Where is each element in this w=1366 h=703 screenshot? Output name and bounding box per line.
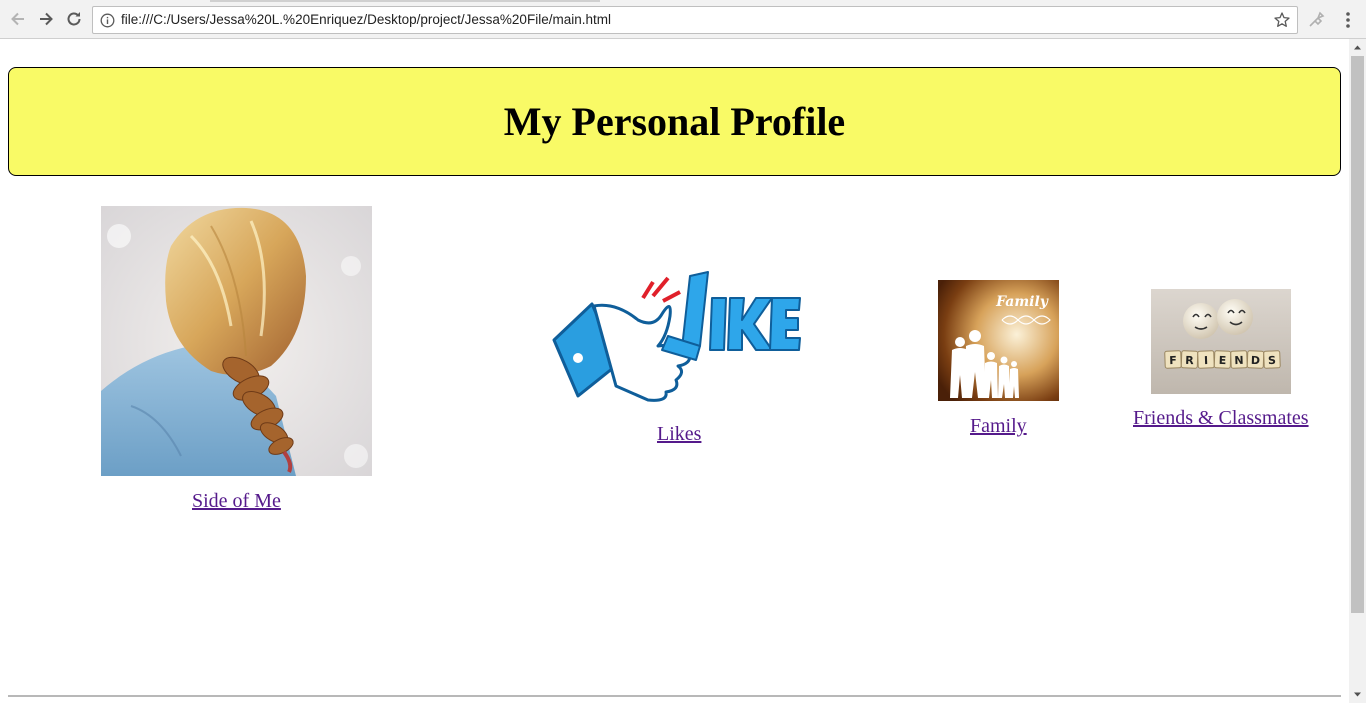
braided-hair-image[interactable]: [101, 206, 372, 476]
url-text[interactable]: file:///C:/Users/Jessa%20L.%20Enriquez/D…: [121, 12, 611, 27]
tab-strip: [210, 0, 600, 2]
letter-tile: I: [1197, 350, 1215, 369]
likes-link[interactable]: Likes: [657, 423, 701, 446]
address-bar[interactable]: file:///C:/Users/Jessa%20L.%20Enriquez/D…: [92, 6, 1298, 34]
letter-tile: D: [1246, 350, 1265, 369]
reload-icon[interactable]: [64, 9, 84, 29]
bookmark-star-icon[interactable]: [1273, 11, 1291, 29]
side-of-me-link[interactable]: Side of Me: [192, 490, 281, 513]
letter-tile: F: [1164, 350, 1182, 369]
vertical-scrollbar[interactable]: [1349, 39, 1366, 703]
family-silhouette-image[interactable]: Family: [938, 280, 1059, 401]
letter-tile: S: [1263, 350, 1281, 369]
like-thumbs-up-image[interactable]: [550, 268, 805, 404]
bottom-divider: [8, 695, 1341, 697]
svg-text:I: I: [1204, 354, 1209, 367]
svg-text:F: F: [1169, 354, 1177, 367]
info-icon[interactable]: [100, 13, 115, 28]
scrollbar-thumb[interactable]: [1351, 56, 1364, 613]
extension-icon[interactable]: [1306, 10, 1326, 30]
svg-text:N: N: [1234, 354, 1244, 367]
svg-text:S: S: [1268, 354, 1276, 367]
letter-tile: R: [1180, 350, 1199, 369]
family-caption-text: Family: [995, 294, 1049, 310]
forward-arrow-icon[interactable]: [36, 9, 56, 29]
letter-tile: E: [1213, 350, 1232, 369]
letter-tile: N: [1230, 350, 1248, 369]
scroll-down-arrow-icon[interactable]: [1349, 686, 1366, 703]
page-title: My Personal Profile: [503, 99, 846, 144]
page-header: My Personal Profile: [8, 67, 1341, 176]
friends-classmates-link[interactable]: Friends & Classmates: [1133, 407, 1309, 430]
svg-text:E: E: [1219, 354, 1227, 367]
svg-text:D: D: [1251, 354, 1261, 367]
friends-tiles: FRIENDS: [1164, 350, 1281, 369]
menu-dots-icon[interactable]: [1340, 10, 1356, 30]
family-link[interactable]: Family: [970, 415, 1027, 438]
friends-tiles-image[interactable]: FRIENDS: [1151, 289, 1291, 394]
svg-text:R: R: [1185, 354, 1194, 367]
scroll-up-arrow-icon[interactable]: [1349, 39, 1366, 56]
back-arrow-icon[interactable]: [8, 9, 28, 29]
browser-toolbar: file:///C:/Users/Jessa%20L.%20Enriquez/D…: [0, 0, 1366, 39]
